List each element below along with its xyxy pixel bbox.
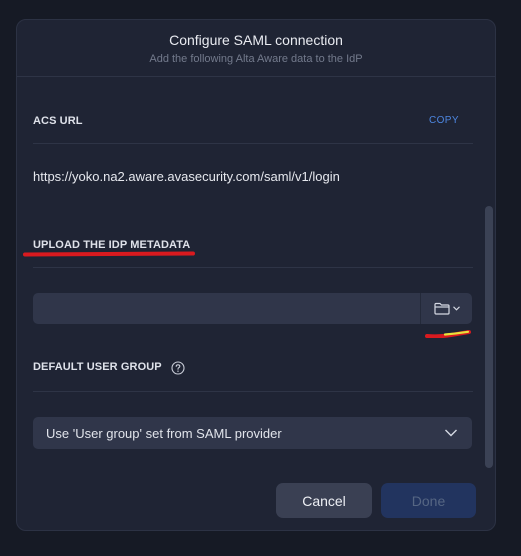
yellow-annotation-mark	[425, 330, 471, 338]
default-user-group-label: DEFAULT USER GROUP	[33, 361, 162, 373]
dialog-header: Configure SAML connection Add the follow…	[17, 20, 495, 77]
acs-url-label: ACS URL	[33, 115, 83, 127]
metadata-file-input[interactable]	[33, 293, 420, 324]
divider	[33, 143, 473, 144]
user-group-select[interactable]: Use 'User group' set from SAML provider	[33, 417, 472, 449]
chevron-down-icon	[445, 429, 457, 437]
scrollbar-thumb[interactable]	[485, 206, 493, 468]
copy-button[interactable]: COPY	[429, 115, 459, 126]
background-text-fragment	[509, 26, 521, 40]
file-picker-button[interactable]	[420, 293, 472, 324]
user-group-selected-value: Use 'User group' set from SAML provider	[46, 426, 282, 441]
acs-url-value: https://yoko.na2.aware.avasecurity.com/s…	[33, 169, 340, 184]
question-circle-icon[interactable]	[171, 361, 185, 375]
dialog-subtitle: Add the following Alta Aware data to the…	[149, 53, 363, 65]
scrollbar[interactable]	[485, 206, 493, 468]
divider	[33, 267, 473, 268]
divider	[33, 391, 473, 392]
red-annotation-underline	[22, 251, 196, 257]
cancel-button[interactable]: Cancel	[276, 483, 372, 518]
dialog-title: Configure SAML connection	[169, 32, 343, 48]
folder-icon	[433, 302, 450, 315]
chevron-down-icon	[452, 306, 460, 311]
upload-idp-metadata-label: UPLOAD THE IDP METADATA	[33, 239, 191, 251]
done-button[interactable]: Done	[381, 483, 476, 518]
saml-config-dialog: Configure SAML connection Add the follow…	[16, 19, 496, 531]
